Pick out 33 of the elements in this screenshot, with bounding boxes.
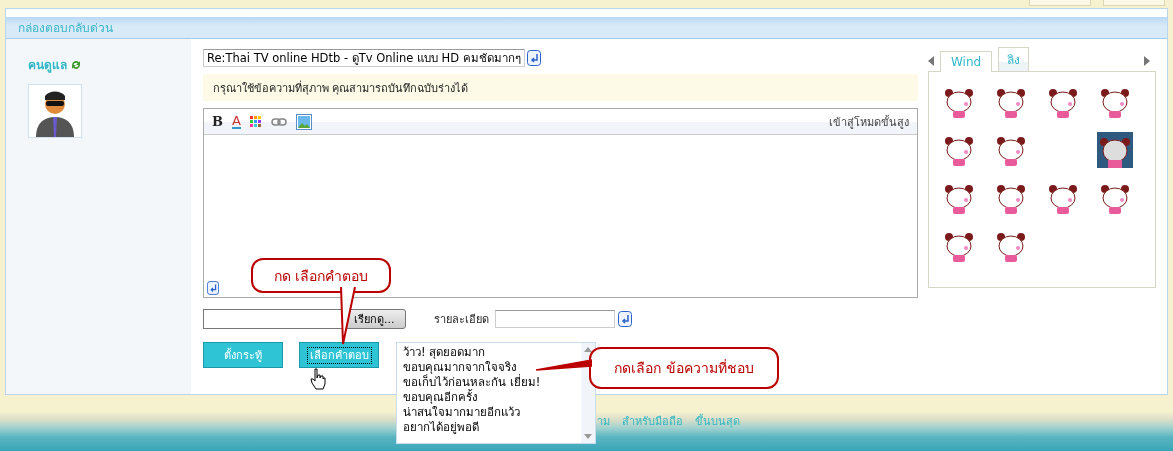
reply-option[interactable]: อยากได้อยู่พอดี <box>403 420 479 435</box>
panel-title: กล่องตอบกลับด่วน <box>18 20 113 37</box>
scroll-down-icon[interactable] <box>584 434 592 439</box>
bold-button[interactable]: B <box>212 114 223 129</box>
enter-icon[interactable] <box>617 311 632 327</box>
reply-option[interactable]: ขอบคุณอีกครั้ง <box>403 390 478 405</box>
avatar <box>28 84 82 138</box>
enter-icon[interactable] <box>526 50 541 66</box>
reply-option[interactable]: ขอเก็บไว้ก่อนหละกัน เยี่ยม! <box>403 375 541 390</box>
previous-icon[interactable] <box>928 56 934 66</box>
color-grid-icon[interactable] <box>249 115 262 128</box>
detail-field[interactable] <box>494 310 615 328</box>
hand-cursor-icon <box>310 368 326 390</box>
next-icon[interactable] <box>1144 56 1150 66</box>
refresh-icon[interactable] <box>70 58 82 71</box>
reply-option[interactable]: ขอบคุณมากจากใจจริง <box>403 360 517 375</box>
detail-label: รายละเอียด <box>433 312 489 328</box>
reply-list[interactable]: ว้าว! สุดยอดมาก ขอบคุณมากจากใจจริง ขอเก็บไว้ก่อนหละกัน เยี่ยม! ขอบคุณอีกครั้ง น่าสนใจมากมายอีกแว้ว อยากได้อยู่พอดี <box>396 342 596 444</box>
scroll-up-icon[interactable] <box>584 347 592 352</box>
callout: กดเลือก ข้อความที่ชอบ <box>589 347 779 389</box>
advanced-mode-link[interactable]: เข้าสู่โหมดขั้นสูง <box>829 112 909 131</box>
reply-option[interactable]: น่าสนใจมากมายอีกแว้ว <box>403 405 520 420</box>
link-icon[interactable] <box>270 117 287 126</box>
font-color-button[interactable]: A <box>232 114 241 129</box>
enter-icon[interactable] <box>207 281 219 295</box>
reply-option[interactable]: ว้าว! สุดยอดมาก <box>403 345 486 360</box>
image-icon[interactable] <box>295 113 312 130</box>
leader-line <box>536 358 592 374</box>
subject-field[interactable]: Re:Thai TV online HDtb - ดูTv Online แบบ HD คมชัดมากๆ <box>203 49 525 67</box>
callout: กด เลือกคำตอบ <box>251 258 391 293</box>
panda-sticker-icon[interactable] <box>1097 132 1133 168</box>
notice-text: กรุณาใช้ข้อความที่สุภาพ คุณสามารถบันทึกฉบับร่างได้ <box>213 79 469 97</box>
file-field[interactable] <box>203 309 343 329</box>
